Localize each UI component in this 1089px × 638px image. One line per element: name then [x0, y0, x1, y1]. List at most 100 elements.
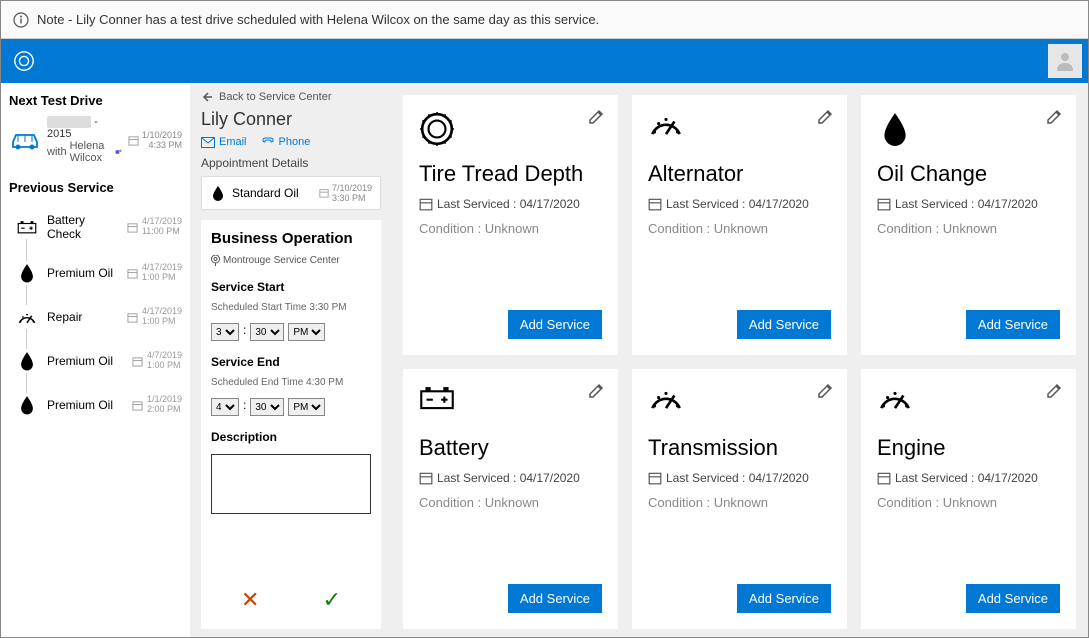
end-min-select[interactable]: 30	[250, 398, 284, 416]
prev-service-item[interactable]: Premium Oil 4/7/20191:00 PM	[15, 339, 182, 383]
next-test-drive-item[interactable]: XXXXXX - 2015 with Helena Wilcox 1/10/20…	[9, 116, 182, 164]
gauge-icon	[648, 385, 831, 423]
card-title: Transmission	[648, 435, 831, 461]
start-ampm-select[interactable]: PM	[288, 323, 325, 341]
business-operation-panel: Business Operation Montrouge Service Cen…	[201, 220, 381, 629]
service-card: Oil Change Last Serviced : 04/17/2020 Co…	[861, 95, 1076, 355]
card-title: Tire Tread Depth	[419, 161, 602, 187]
start-hour-select[interactable]: 3	[211, 323, 239, 341]
last-serviced: Last Serviced : 04/17/2020	[648, 197, 831, 211]
service-card: Engine Last Serviced : 04/17/2020 Condit…	[861, 369, 1076, 629]
prev-service-label: Premium Oil	[47, 354, 124, 368]
advisor-name: Helena Wilcox	[70, 140, 112, 164]
prev-service-date: 4/7/20191:00 PM	[132, 351, 182, 371]
appointment-card[interactable]: Standard Oil 7/10/20193:30 PM	[201, 176, 381, 210]
description-input[interactable]	[211, 454, 371, 514]
gauge-icon	[877, 385, 1060, 423]
user-avatar[interactable]	[1048, 44, 1082, 78]
phone-link[interactable]: Phone	[261, 136, 311, 148]
service-start-label: Service Start	[211, 280, 371, 294]
add-service-button[interactable]: Add Service	[508, 584, 602, 613]
prev-service-label: Premium Oil	[47, 266, 119, 280]
add-service-button[interactable]: Add Service	[737, 310, 831, 339]
prev-service-date: 4/17/20191:00 PM	[127, 307, 182, 327]
note-bar: Note - Lily Conner has a test drive sche…	[1, 1, 1088, 39]
description-label: Description	[211, 430, 371, 444]
last-serviced: Last Serviced : 04/17/2020	[419, 471, 602, 485]
appointment-details-label: Appointment Details	[201, 156, 381, 170]
edit-button[interactable]	[1046, 383, 1062, 399]
prev-service-label: Battery Check	[47, 213, 119, 241]
card-title: Alternator	[648, 161, 831, 187]
cancel-button[interactable]: ✕	[241, 587, 259, 613]
last-serviced: Last Serviced : 04/17/2020	[648, 471, 831, 485]
last-serviced: Last Serviced : 04/17/2020	[877, 471, 1060, 485]
gauge-icon	[15, 305, 39, 329]
calendar-icon	[128, 135, 139, 146]
condition: Condition : Unknown	[419, 495, 602, 510]
battery-icon	[419, 385, 602, 423]
previous-service-heading: Previous Service	[9, 180, 182, 195]
start-time-picker: 3: 30 PM	[211, 323, 371, 341]
service-card: Transmission Last Serviced : 04/17/2020 …	[632, 369, 847, 629]
service-card: Tire Tread Depth Last Serviced : 04/17/2…	[403, 95, 618, 355]
service-cards-grid: Tire Tread Depth Last Serviced : 04/17/2…	[391, 83, 1088, 637]
condition: Condition : Unknown	[419, 221, 602, 236]
email-icon	[201, 137, 215, 148]
condition: Condition : Unknown	[648, 221, 831, 236]
car-icon	[9, 128, 41, 152]
service-card: Alternator Last Serviced : 04/17/2020 Co…	[632, 95, 847, 355]
back-arrow-icon	[201, 91, 213, 103]
edit-button[interactable]	[817, 109, 833, 125]
service-card: Battery Last Serviced : 04/17/2020 Condi…	[403, 369, 618, 629]
end-time-picker: 4: 30 PM	[211, 398, 371, 416]
prev-service-label: Repair	[47, 310, 119, 324]
add-service-button[interactable]: Add Service	[737, 584, 831, 613]
oil-icon	[877, 111, 1060, 149]
edit-button[interactable]	[588, 109, 604, 125]
note-text: Note - Lily Conner has a test drive sche…	[37, 12, 599, 27]
prev-service-item[interactable]: Battery Check 4/17/201911:00 PM	[15, 203, 182, 251]
gauge-icon	[648, 111, 831, 149]
appt-date: 7/10/20193:30 PM	[319, 183, 372, 203]
service-start-scheduled: Scheduled Start Time 3:30 PM	[211, 302, 371, 313]
oil-icon	[210, 185, 226, 201]
add-service-button[interactable]: Add Service	[966, 310, 1060, 339]
business-operation-heading: Business Operation	[211, 230, 371, 247]
last-serviced: Last Serviced : 04/17/2020	[877, 197, 1060, 211]
add-service-button[interactable]: Add Service	[508, 310, 602, 339]
edit-button[interactable]	[817, 383, 833, 399]
end-ampm-select[interactable]: PM	[288, 398, 325, 416]
prev-service-item[interactable]: Repair 4/17/20191:00 PM	[15, 295, 182, 339]
oil-icon	[15, 349, 39, 373]
prev-service-item[interactable]: Premium Oil 1/1/20192:00 PM	[15, 383, 182, 427]
oil-icon	[15, 393, 39, 417]
prev-service-date: 4/17/20191:00 PM	[127, 263, 182, 283]
add-service-button[interactable]: Add Service	[966, 584, 1060, 613]
next-date: 1/10/20194:33 PM	[128, 130, 182, 150]
back-link[interactable]: Back to Service Center	[201, 91, 381, 103]
calendar-icon	[319, 188, 329, 198]
prev-service-date: 4/17/201911:00 PM	[127, 217, 182, 237]
condition: Condition : Unknown	[877, 221, 1060, 236]
start-min-select[interactable]: 30	[250, 323, 284, 341]
details-panel: Back to Service Center Lily Conner Email…	[191, 83, 391, 637]
card-title: Engine	[877, 435, 1060, 461]
edit-button[interactable]	[1046, 109, 1062, 125]
service-end-label: Service End	[211, 355, 371, 369]
prev-service-label: Premium Oil	[47, 398, 124, 412]
customer-name: Lily Conner	[201, 109, 381, 130]
card-title: Oil Change	[877, 161, 1060, 187]
confirm-button[interactable]: ✓	[323, 587, 341, 613]
app-header	[1, 39, 1088, 83]
end-hour-select[interactable]: 4	[211, 398, 239, 416]
edit-button[interactable]	[588, 383, 604, 399]
email-link[interactable]: Email	[201, 136, 247, 148]
app-logo[interactable]	[11, 48, 37, 74]
phone-icon	[261, 137, 275, 148]
teams-icon	[115, 146, 122, 158]
info-icon	[13, 12, 29, 28]
location: Montrouge Service Center	[211, 255, 371, 266]
prev-service-item[interactable]: Premium Oil 4/17/20191:00 PM	[15, 251, 182, 295]
condition: Condition : Unknown	[648, 495, 831, 510]
